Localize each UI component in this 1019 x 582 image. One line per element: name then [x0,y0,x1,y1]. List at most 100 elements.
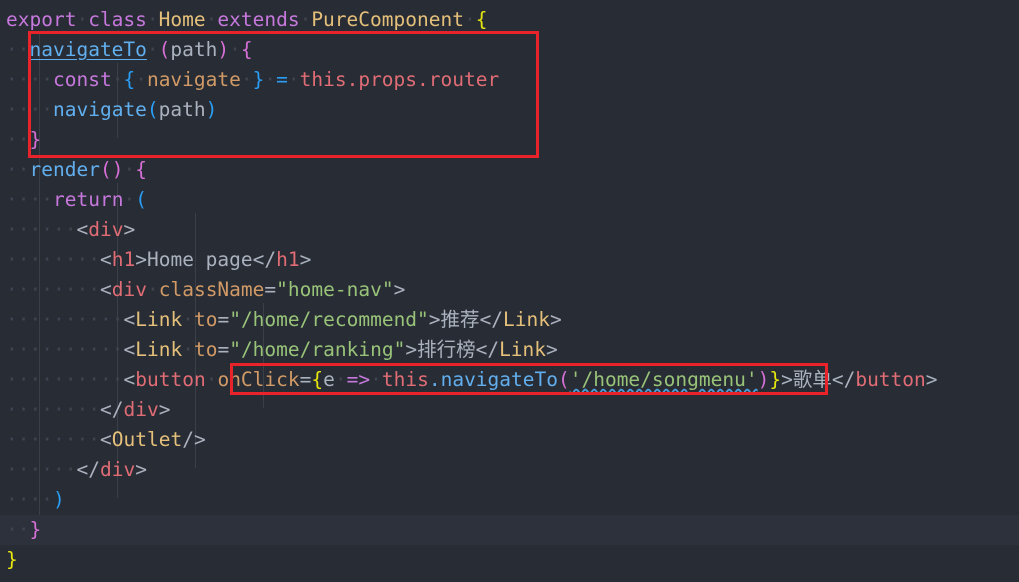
whitespace-dot: · [29,218,42,241]
token-tag-div-close: div [99,458,136,481]
whitespace-dot: · [41,248,53,271]
token-this: this [381,368,429,391]
code-line[interactable]: ······<div> [0,215,1019,245]
token-angle-open-close: </ [76,458,100,481]
code-line[interactable]: ····) [0,485,1019,515]
token-method-render: render [29,158,100,181]
token-tag-h1: h1 [111,248,136,271]
token-brace-close: } [252,68,265,91]
token-angle-close: > [135,248,147,271]
code-line[interactable]: ····const·{·navigate·}·=·this.props.rout… [0,65,1019,95]
code-editor[interactable]: export · class · Home · extends · PureComponent ·… [0,0,1019,582]
token-angle-close: > [299,248,312,271]
token-brace-open: { [123,68,136,91]
whitespace-dot: · [111,368,124,391]
token-angle-open-close: </ [252,248,277,271]
token-brace-open: { [135,158,147,181]
whitespace-dot: · [370,368,382,391]
code-line[interactable]: ······</div> [0,455,1019,485]
whitespace-dot: · [41,368,53,391]
token-this-props-router: this.props.router [299,68,500,91]
token-keyword-return: return [53,188,124,211]
code-line[interactable]: export·class·Home·extends·PureComponent·… [0,5,1019,35]
code-line[interactable]: ··········<Link·to="/home/recommend">推荐<… [0,305,1019,335]
whitespace-dot: · [53,398,65,421]
whitespace-dot: · [29,308,42,331]
whitespace-dot: · [29,428,42,451]
whitespace-dot: · [41,98,53,121]
whitespace-dot: · [334,368,347,391]
whitespace-dot: · [17,68,30,91]
token-string-recommend-path: "/home/recommend" [229,308,429,331]
code-line[interactable]: ··navigateTo·(path)·{ [0,35,1019,65]
token-keyword-extends: extends [217,8,300,31]
whitespace-dot: · [6,428,18,451]
token-angle-open-close: </ [831,368,856,391]
token-angle-open: < [123,338,136,361]
token-text-songmenu-cn: 歌单 [792,368,832,391]
token-tag-div: div [88,218,124,241]
whitespace-dot: · [53,368,65,391]
token-paren-open: ( [146,98,159,121]
token-tag-div: div [111,278,147,301]
token-angle-open-close: </ [475,338,500,361]
token-text-recommend-cn: 推荐 [440,308,480,331]
token-component-link-close: Link [499,338,547,361]
token-paren-close: ) [205,98,218,121]
token-string-ranking-path: "/home/ranking" [229,338,406,361]
whitespace-dot: · [123,158,136,181]
whitespace-dot: · [17,398,30,421]
whitespace-dot: · [41,398,53,421]
whitespace-dot: · [64,218,77,241]
code-line[interactable]: ··········<Link·to="/home/ranking">排行榜</… [0,335,1019,365]
token-text-ranking-cn: 排行榜 [417,338,476,361]
code-line[interactable]: ··········<button·onClick={e·=>·this.nav… [0,365,1019,395]
whitespace-dot: · [240,68,253,91]
code-line[interactable]: ········</div> [0,395,1019,425]
token-attr-onclick: onClick [217,368,300,391]
whitespace-dot: · [76,338,89,361]
token-brace-open: { [475,8,488,31]
whitespace-dot: · [88,428,100,451]
whitespace-dot: · [17,188,30,211]
whitespace-dot: · [41,188,53,211]
whitespace-dot: · [29,488,42,511]
token-component-outlet: Outlet [111,428,183,451]
whitespace-dot: · [29,98,42,121]
code-line[interactable]: ········<Outlet/> [0,425,1019,455]
whitespace-dot: · [41,68,53,91]
token-angle-close: > [393,278,406,301]
token-angle-open: < [100,428,112,451]
code-line[interactable]: ··} [0,125,1019,155]
token-angle-open-close: </ [479,308,504,331]
whitespace-dot: · [6,128,18,151]
whitespace-dot: · [41,488,53,511]
token-angle-close: > [123,218,136,241]
token-arrow-operator: => [346,368,371,391]
code-line[interactable]: ····navigate(path) [0,95,1019,125]
token-tag-h1-close: h1 [276,248,300,271]
whitespace-dot: · [88,308,100,331]
token-call-navigate: navigate [53,98,147,121]
whitespace-dot: · [29,68,42,91]
code-line[interactable]: ········<h1>Home page</h1> [0,245,1019,275]
whitespace-dot: · [6,488,18,511]
whitespace-dot: · [6,158,18,181]
code-line[interactable]: ··render()·{ [0,155,1019,185]
whitespace-dot: · [17,428,30,451]
whitespace-dot: · [64,368,77,391]
code-line[interactable]: ····return·( [0,185,1019,215]
code-line-active[interactable]: ··} [0,515,1019,545]
whitespace-dot: · [123,188,136,211]
token-class-purecomponent: PureComponent [311,8,464,31]
code-line[interactable]: } [0,545,1019,575]
whitespace-dot: · [53,338,65,361]
whitespace-dot: · [17,458,30,481]
code-lines[interactable]: export · class · Home · extends · PureComponent ·… [0,5,1019,575]
whitespace-dot: · [29,338,42,361]
whitespace-dot: · [88,398,100,421]
whitespace-dot: · [229,38,241,61]
whitespace-dot: · [53,278,65,301]
token-arg-path: path [158,98,206,121]
code-line[interactable]: ········<div·className="home-nav"> [0,275,1019,305]
